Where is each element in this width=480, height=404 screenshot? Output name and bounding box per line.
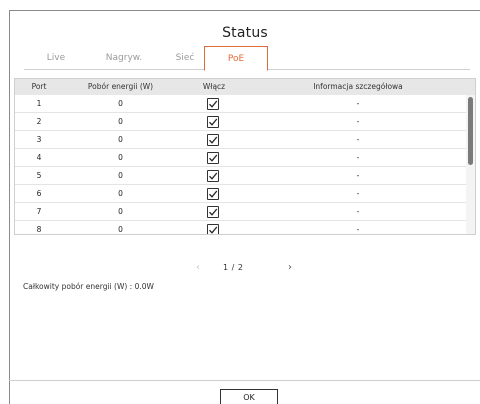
col-header-enable: Włącz (202, 82, 226, 91)
enable-checkbox[interactable] (207, 170, 219, 182)
info-cell: - (356, 189, 360, 198)
total-power-consumption: Całkowity pobór energii (W) : 0.0W (23, 282, 154, 291)
col-header-power: Pobór energii (W) (87, 82, 154, 91)
info-cell: - (356, 135, 360, 144)
table-scrollbar[interactable] (466, 95, 475, 234)
tab-network[interactable]: Sieć (168, 46, 202, 70)
enable-checkbox[interactable] (207, 224, 219, 234)
enable-checkbox[interactable] (207, 116, 219, 128)
checkmark-icon (209, 226, 218, 234)
checkmark-icon (209, 118, 218, 126)
info-cell: - (356, 153, 360, 162)
dialog-title: Status (222, 25, 268, 41)
power-cell: 0 (118, 207, 123, 216)
enable-checkbox[interactable] (207, 134, 219, 146)
port-cell: 5 (36, 171, 42, 180)
enable-checkbox[interactable] (207, 98, 219, 110)
table-row: 8 0 - (15, 221, 467, 234)
tab-poe[interactable]: PoE (204, 46, 268, 71)
col-header-info: Informacja szczegółowa (313, 82, 403, 91)
port-cell: 8 (36, 225, 42, 234)
enable-checkbox[interactable] (207, 188, 219, 200)
port-cell: 4 (36, 153, 42, 162)
enable-checkbox[interactable] (207, 206, 219, 218)
power-cell: 0 (118, 189, 123, 198)
table-row: 1 0 - (15, 95, 467, 113)
info-cell: - (356, 117, 360, 126)
table-row: 5 0 - (15, 167, 467, 185)
power-cell: 0 (118, 171, 123, 180)
scrollbar-thumb[interactable] (468, 97, 473, 165)
checkmark-icon (209, 136, 218, 144)
table-header: Port Pobór energii (W) Włącz Informacja … (15, 79, 475, 95)
tab-recording[interactable]: Nagryw. (94, 46, 154, 70)
tab-bar: Live Nagryw. Sieć PoE (24, 46, 470, 71)
port-cell: 1 (36, 99, 42, 108)
table-row: 2 0 - (15, 113, 467, 131)
prev-page-icon[interactable]: ‹ (196, 262, 200, 274)
checkmark-icon (209, 154, 218, 162)
tab-live[interactable]: Live (36, 46, 76, 70)
info-cell: - (356, 99, 360, 108)
port-cell: 6 (36, 189, 42, 198)
port-cell: 7 (36, 207, 42, 216)
page-indicator: 1 / 2 (223, 263, 244, 272)
info-cell: - (356, 225, 360, 234)
checkmark-icon (209, 208, 218, 216)
port-cell: 2 (36, 117, 42, 126)
poe-table: Port Pobór energii (W) Włącz Informacja … (14, 78, 476, 235)
info-cell: - (356, 207, 360, 216)
table-row: 3 0 - (15, 131, 467, 149)
port-cell: 3 (36, 135, 42, 144)
table-row: 7 0 - (15, 203, 467, 221)
enable-checkbox[interactable] (207, 152, 219, 164)
col-header-port: Port (31, 82, 47, 91)
power-cell: 0 (118, 153, 123, 162)
footer-divider (9, 380, 480, 381)
table-row: 4 0 - (15, 149, 467, 167)
next-page-icon[interactable]: › (288, 262, 292, 274)
info-cell: - (356, 171, 360, 180)
power-cell: 0 (118, 99, 123, 108)
checkmark-icon (209, 100, 218, 108)
checkmark-icon (209, 190, 218, 198)
power-cell: 0 (118, 225, 123, 234)
pagination: ‹ 1 / 2 › (0, 262, 480, 274)
power-cell: 0 (118, 135, 123, 144)
power-cell: 0 (118, 117, 123, 126)
checkmark-icon (209, 172, 218, 180)
ok-button[interactable]: OK (220, 389, 278, 404)
table-row: 6 0 - (15, 185, 467, 203)
